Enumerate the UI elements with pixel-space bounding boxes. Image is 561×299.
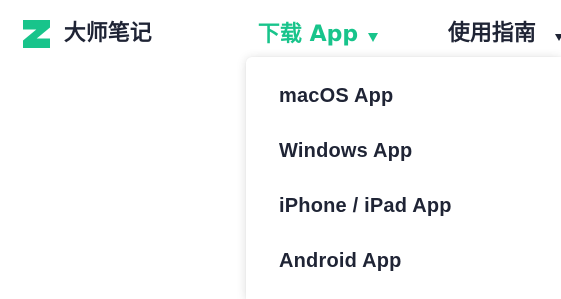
dropdown-item-macos-app[interactable]: macOS App <box>279 81 393 111</box>
download-app-dropdown-menu: macOS App Windows App iPhone / iPad App … <box>246 57 561 299</box>
caret-down-icon[interactable] <box>555 34 561 41</box>
dropdown-item-windows-app[interactable]: Windows App <box>279 136 412 166</box>
nav-download-app[interactable]: 下载 App <box>258 19 379 51</box>
dropdown-item-android-app[interactable]: Android App <box>279 246 402 276</box>
caret-down-icon <box>368 33 379 42</box>
dropdown-item-iphone-ipad-app[interactable]: iPhone / iPad App <box>279 191 452 221</box>
nav-user-guide[interactable]: 使用指南 <box>448 18 536 50</box>
brand-logo-link[interactable]: 大师笔记 <box>23 19 152 49</box>
brand-name: 大师笔记 <box>64 21 153 46</box>
nav-download-app-label: 下载 App <box>258 22 359 47</box>
letter-z-logo-icon <box>23 20 51 48</box>
